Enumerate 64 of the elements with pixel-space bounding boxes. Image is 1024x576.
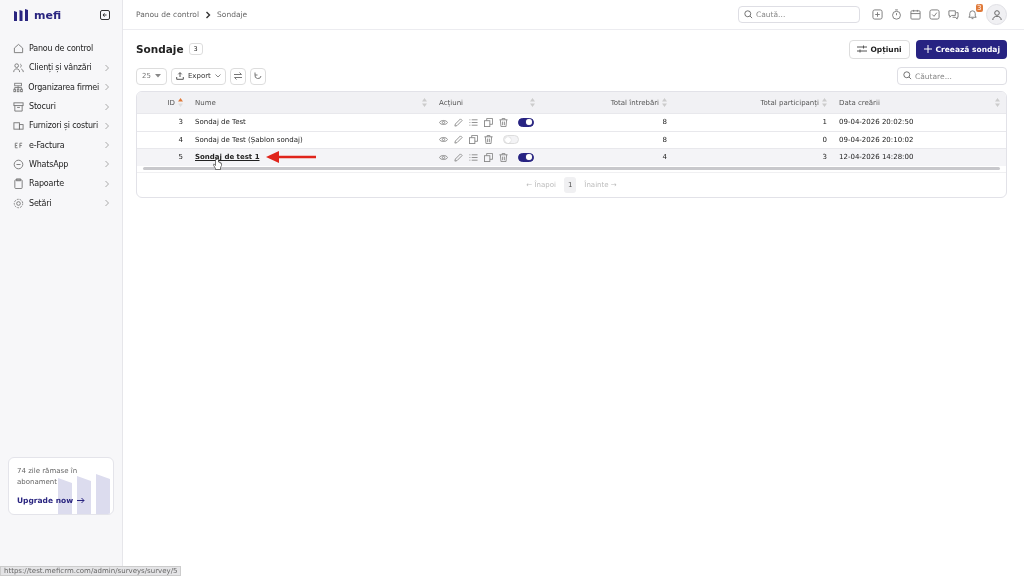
delete-icon[interactable] (484, 135, 493, 145)
sort-icon[interactable] (662, 98, 667, 107)
pointer-arrow (265, 151, 316, 164)
caret-icon (154, 74, 161, 78)
chevron-icon (205, 10, 212, 19)
sort-icon[interactable] (995, 98, 1000, 107)
swap-icon (233, 72, 242, 80)
page-title: Sondaje (136, 43, 184, 55)
copy-icon[interactable] (484, 117, 493, 127)
list-icon[interactable] (469, 152, 478, 162)
refresh-icon (253, 72, 262, 80)
sidebar-item[interactable]: WhatsApp (0, 154, 122, 175)
scrollbar[interactable] (143, 166, 1000, 170)
sort-icon[interactable] (822, 98, 827, 107)
copy-icon[interactable] (484, 152, 493, 162)
arrow-icon (77, 497, 86, 504)
eye-icon[interactable] (439, 152, 448, 162)
swap-button[interactable] (229, 67, 246, 85)
add-icon[interactable] (872, 9, 883, 20)
sidebar-item[interactable]: Furnizori și costuri (0, 116, 122, 136)
sort-icon[interactable] (422, 98, 427, 107)
delete-icon[interactable] (499, 152, 508, 162)
clipboard-icon (13, 178, 24, 190)
bell-icon[interactable] (967, 9, 978, 20)
refresh-button[interactable] (249, 67, 266, 85)
toggle-switch[interactable] (518, 152, 534, 162)
hierarchy-icon (13, 81, 24, 93)
brand-name: mefi (34, 8, 62, 22)
search-icon (903, 71, 912, 80)
sort-icon[interactable] (530, 98, 535, 107)
users-icon (13, 62, 24, 74)
settings-icon (13, 197, 24, 209)
sidebar-item[interactable]: Setări (0, 193, 122, 213)
copy-icon[interactable] (469, 135, 478, 145)
sidebar-item[interactable]: e-Factura (0, 135, 122, 155)
list-icon[interactable] (469, 117, 478, 127)
user-icon (990, 8, 1003, 21)
home-icon (13, 43, 24, 55)
timer-icon[interactable] (891, 9, 902, 20)
eye-icon[interactable] (439, 135, 448, 145)
hand-cursor-icon (213, 159, 222, 171)
chevron-icon (214, 74, 221, 78)
collapse-icon[interactable] (100, 10, 110, 20)
logo-icon (14, 9, 30, 21)
toggle-switch[interactable] (518, 117, 534, 127)
sidebar-item[interactable]: Clienți și vânzări (0, 58, 122, 78)
checkbox-icon[interactable] (929, 9, 940, 20)
sliders-icon (857, 45, 868, 53)
avatar[interactable] (986, 4, 1007, 25)
calendar-icon[interactable] (910, 9, 921, 20)
plus-icon (923, 45, 932, 53)
upload-icon (175, 72, 184, 80)
sidebar-item[interactable]: Rapoarte (0, 174, 122, 194)
sidebar-item[interactable]: Panou de control (0, 39, 122, 59)
chat-icon[interactable] (948, 9, 959, 20)
chat-icon (13, 158, 24, 170)
sidebar-item[interactable]: Stocuri (0, 96, 122, 117)
buildings-icon (13, 120, 24, 132)
search-icon (744, 10, 753, 19)
delete-icon[interactable] (499, 117, 508, 127)
sidebar-item[interactable]: Organizarea firmei (0, 77, 122, 97)
sort-icon[interactable] (178, 98, 183, 107)
eye-icon[interactable] (439, 117, 448, 127)
archive-icon (13, 101, 24, 113)
